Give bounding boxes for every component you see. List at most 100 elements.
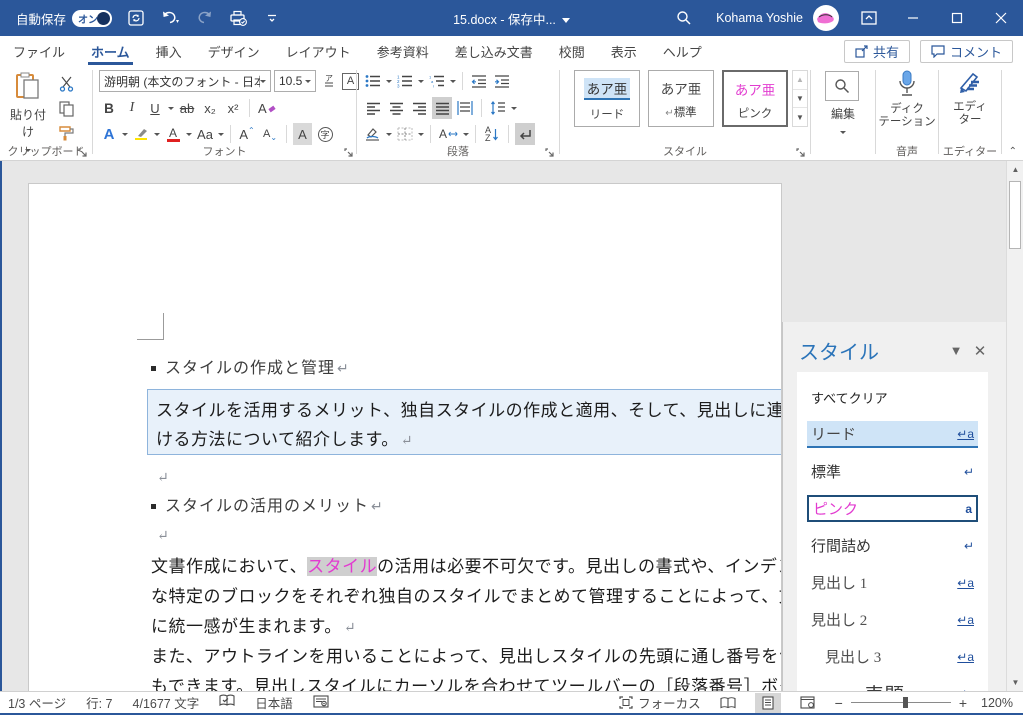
document-page[interactable]: スタイルの作成と管理 ↵ スタイルを活用するメリット、独自スタイルの作成と適用、そ… — [28, 183, 782, 691]
collapse-ribbon-icon[interactable]: ⌃ — [1009, 146, 1017, 157]
italic-button[interactable]: I — [122, 97, 142, 119]
bold-button[interactable]: B — [99, 97, 119, 119]
underline-dropdown-icon[interactable] — [168, 106, 174, 110]
print-layout-button[interactable] — [754, 692, 781, 713]
multilevel-list-button[interactable]: 1ai — [427, 70, 447, 92]
autosave-toggle[interactable]: 自動保存 オン — [16, 9, 113, 28]
word-count[interactable]: 4/1677 文字 — [133, 693, 200, 712]
paragraph-dialog-launcher[interactable] — [545, 146, 557, 158]
clear-formatting-button[interactable]: A — [256, 97, 279, 119]
style-item-normal[interactable]: 標準 ↵ — [807, 458, 978, 485]
align-center-button[interactable] — [386, 97, 406, 119]
zoom-track[interactable] — [850, 697, 951, 708]
font-dialog-launcher[interactable] — [344, 146, 356, 158]
numbered-list-button[interactable]: 123 — [395, 70, 415, 92]
change-case-button[interactable]: Aa — [195, 123, 215, 145]
proofing-icon[interactable] — [219, 694, 235, 711]
highlight-dropdown-icon[interactable] — [154, 132, 160, 136]
undo-button[interactable] — [160, 8, 180, 28]
multilevel-list-dropdown-icon[interactable] — [450, 79, 456, 83]
style-item-heading3[interactable]: 見出し 3 ↵a — [807, 643, 978, 670]
decrease-indent-button[interactable] — [469, 70, 489, 92]
editor-button[interactable]: エディ ター — [939, 70, 1001, 127]
font-size-select[interactable]: 10.5 — [274, 70, 316, 92]
show-formatting-marks-button[interactable] — [515, 123, 536, 145]
styles-pane-dropdown-icon[interactable]: ▼ — [944, 343, 968, 358]
search-icon[interactable] — [662, 0, 706, 36]
scrollbar-thumb[interactable] — [1009, 181, 1021, 249]
tab-home[interactable]: ホーム — [78, 36, 143, 66]
format-painter-button[interactable] — [56, 122, 76, 144]
read-mode-button[interactable] — [715, 693, 741, 713]
increase-indent-button[interactable] — [492, 70, 512, 92]
gallery-down-icon[interactable]: ▼ — [793, 90, 807, 109]
copy-button[interactable] — [56, 98, 76, 120]
zoom-slider[interactable]: − + — [835, 695, 967, 711]
web-layout-button[interactable] — [795, 693, 821, 713]
sort-button[interactable]: AZA↓ — [482, 123, 502, 145]
font-name-select[interactable]: 游明朝 (本文のフォント - 日本 — [99, 70, 271, 92]
bullet-list-button[interactable] — [363, 70, 383, 92]
scroll-up-icon[interactable]: ▲ — [1007, 161, 1023, 178]
scroll-down-icon[interactable]: ▼ — [1007, 674, 1023, 691]
autosave-switch[interactable]: オン — [72, 9, 113, 27]
tab-references[interactable]: 参考資料 — [364, 36, 442, 66]
doc-heading-1[interactable]: スタイルの作成と管理 ↵ — [151, 354, 350, 378]
char-shading-button[interactable]: A — [293, 123, 312, 145]
user-name[interactable]: Kohama Yoshie — [716, 11, 803, 25]
gallery-more-icon[interactable]: ▼ — [793, 108, 807, 126]
avatar[interactable] — [813, 5, 839, 31]
maximize-button[interactable] — [935, 0, 979, 36]
tab-view[interactable]: 表示 — [598, 36, 650, 66]
tab-review[interactable]: 校閲 — [546, 36, 598, 66]
style-card-pink[interactable]: あア亜 ピンク — [722, 70, 788, 127]
group-editing[interactable]: 編集 — [811, 66, 875, 160]
page-indicator[interactable]: 1/3 ページ — [8, 693, 66, 712]
tab-mailings[interactable]: 差し込み文書 — [442, 36, 546, 66]
tab-insert[interactable]: 挿入 — [143, 36, 195, 66]
highlight-button[interactable] — [131, 123, 151, 145]
styles-pane-close-icon[interactable]: ✕ — [968, 342, 992, 360]
numbered-list-dropdown-icon[interactable] — [418, 79, 424, 83]
style-item-lead[interactable]: リード ↵a — [807, 421, 978, 448]
empty-paragraph[interactable]: ↵ — [155, 525, 169, 545]
clipboard-dialog-launcher[interactable] — [78, 146, 90, 158]
lead-paragraph-box[interactable]: スタイルを活用するメリット、独自スタイルの作成と適用、そして、見出しに連続番 け… — [147, 389, 781, 455]
close-button[interactable] — [979, 0, 1023, 36]
style-item-no-spacing[interactable]: 行間詰め ↵ — [807, 532, 978, 559]
line-spacing-dropdown-icon[interactable] — [511, 106, 517, 110]
body-paragraph-1[interactable]: 文書作成において、スタイルの活用は必要不可欠です。見出しの書式や、インデント な… — [151, 552, 781, 644]
doc-heading-2[interactable]: スタイルの活用のメリット ↵ — [151, 492, 384, 516]
dictation-button[interactable]: ディク テーション — [876, 70, 938, 129]
enclose-characters-button[interactable]: 字 — [315, 123, 335, 145]
strikethrough-button[interactable]: ab — [177, 97, 197, 119]
change-case-dropdown-icon[interactable] — [218, 132, 224, 136]
line-spacing-button[interactable] — [488, 97, 508, 119]
qat-customize-icon[interactable] — [262, 8, 282, 28]
font-color-dropdown-icon[interactable] — [186, 132, 192, 136]
print-preview-icon[interactable] — [228, 8, 248, 28]
display-settings-icon[interactable] — [313, 694, 329, 711]
empty-paragraph[interactable]: ↵ — [155, 467, 169, 487]
shading-button[interactable] — [363, 123, 383, 145]
zoom-level[interactable]: 120% — [981, 696, 1013, 710]
char-scaling-dropdown-icon[interactable] — [463, 132, 470, 136]
focus-mode-button[interactable]: フォーカス — [619, 693, 701, 712]
shrink-font-button[interactable]: A ⌄ — [260, 123, 280, 145]
distribute-button[interactable] — [455, 97, 475, 119]
cut-button[interactable] — [56, 73, 76, 95]
tab-design[interactable]: デザイン — [195, 36, 273, 66]
styles-dialog-launcher[interactable] — [796, 146, 808, 158]
justify-button[interactable] — [432, 97, 452, 119]
grow-font-button[interactable]: A ⌃ — [237, 123, 257, 145]
bullet-list-dropdown-icon[interactable] — [386, 79, 392, 83]
save-icon[interactable] — [126, 8, 146, 28]
ruby-button[interactable]: ア — [319, 70, 339, 92]
zoom-thumb[interactable] — [902, 697, 908, 708]
share-button[interactable]: 共有 — [843, 39, 910, 63]
borders-dropdown-icon[interactable] — [418, 132, 424, 136]
underline-button[interactable]: U — [145, 97, 165, 119]
align-right-button[interactable] — [409, 97, 429, 119]
char-scaling-button[interactable]: A — [437, 123, 460, 145]
body-paragraph-2[interactable]: また、アウトラインを用いることによって、見出しスタイルの先頭に通し番号をつ もで… — [151, 642, 781, 691]
